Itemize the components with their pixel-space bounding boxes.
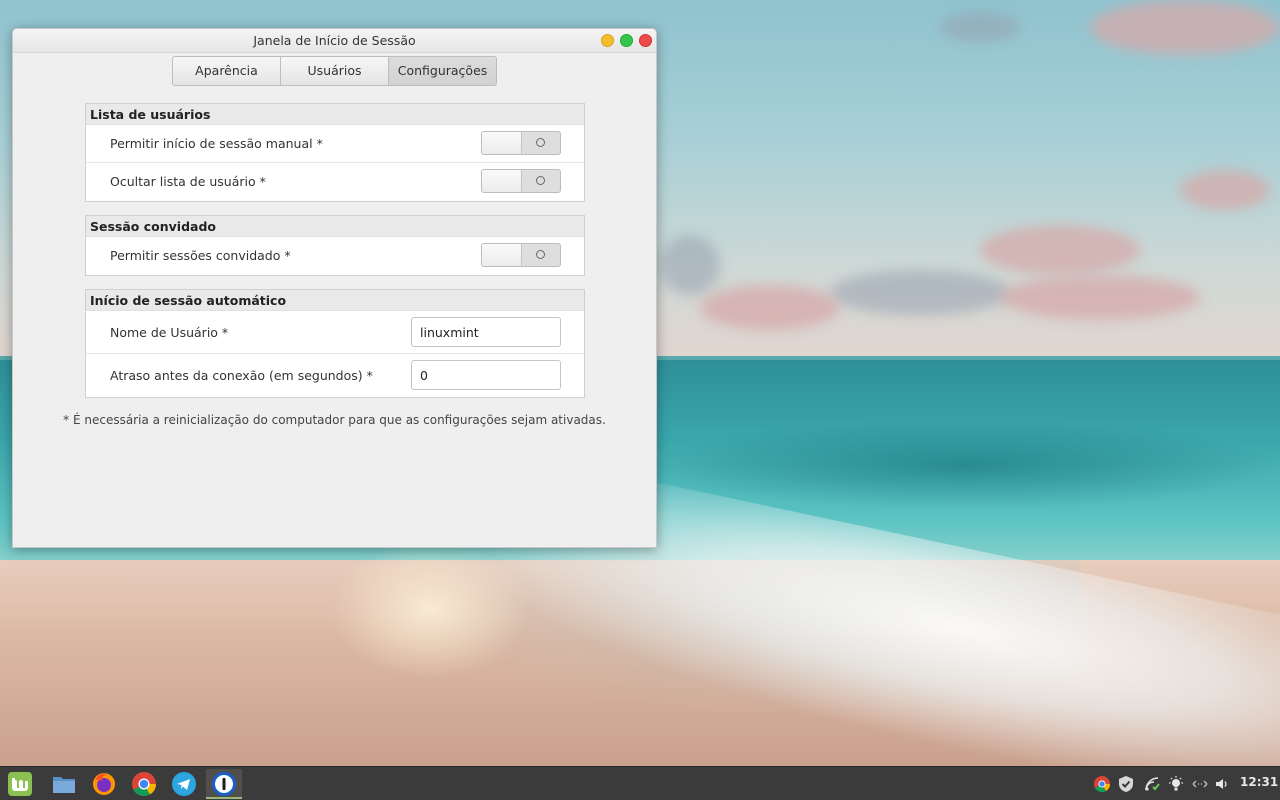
settings-row: Ocultar lista de usuário *	[86, 163, 584, 201]
wallpaper-sea-shade	[650, 420, 1280, 510]
switch-off-icon	[536, 250, 545, 259]
tab-bar: Aparência Usuários Configurações	[172, 56, 497, 86]
section-title: Início de sessão automático	[86, 290, 584, 311]
files-icon	[53, 777, 75, 793]
shield-check-icon[interactable]	[1117, 775, 1135, 793]
switch-off-icon	[536, 176, 545, 185]
settings-row: Atraso antes da conexão (em segundos) *	[86, 354, 584, 397]
taskbar-firefox[interactable]	[86, 769, 122, 799]
maximize-button[interactable]	[620, 34, 633, 47]
volume-icon[interactable]	[1214, 775, 1232, 793]
taskbar-1password[interactable]	[206, 769, 242, 799]
close-button[interactable]	[639, 34, 652, 47]
chrome-icon[interactable]	[1093, 775, 1111, 793]
taskbar-telegram[interactable]	[166, 769, 202, 799]
login-delay-input[interactable]	[411, 360, 561, 390]
allow-guest-sessions-switch[interactable]	[481, 243, 561, 267]
taskbar: 12:31	[0, 766, 1280, 800]
minimize-button[interactable]	[601, 34, 614, 47]
firefox-icon	[93, 773, 115, 795]
row-label: Permitir sessões convidado *	[110, 248, 291, 263]
window-title: Janela de Início de Sessão	[253, 33, 416, 48]
section-title: Sessão convidado	[86, 216, 584, 237]
network-icon[interactable]	[1143, 775, 1161, 793]
cloud	[1090, 0, 1280, 55]
cloud	[830, 270, 1010, 315]
section-title: Lista de usuários	[86, 104, 584, 125]
section-guest-session: Sessão convidado Permitir sessões convid…	[85, 215, 585, 276]
row-label: Nome de Usuário *	[110, 325, 229, 340]
section-user-list: Lista de usuários Permitir início de ses…	[85, 103, 585, 202]
row-label: Atraso antes da conexão (em segundos) *	[110, 368, 373, 383]
cloud	[700, 285, 840, 330]
switch-knob	[482, 132, 522, 154]
title-bar[interactable]: Janela de Início de Sessão	[13, 29, 656, 53]
row-label: Ocultar lista de usuário *	[110, 174, 266, 189]
cloud	[1180, 170, 1270, 210]
row-label: Permitir início de sessão manual *	[110, 136, 323, 151]
chrome-icon	[132, 772, 156, 797]
taskbar-mint-menu[interactable]	[2, 769, 38, 799]
cloud	[660, 235, 720, 295]
switch-knob	[482, 244, 522, 266]
tab-users[interactable]: Usuários	[280, 56, 389, 86]
telegram-icon	[172, 772, 196, 796]
redshift-icon[interactable]	[1167, 775, 1185, 793]
cloud	[1000, 275, 1200, 320]
mint-menu-icon	[8, 772, 32, 796]
network-arrows-icon[interactable]	[1191, 775, 1209, 793]
settings-row: Permitir sessões convidado *	[86, 237, 584, 275]
settings-row: Permitir início de sessão manual *	[86, 125, 584, 163]
allow-manual-login-switch[interactable]	[481, 131, 561, 155]
taskbar-chrome[interactable]	[126, 769, 162, 799]
hide-user-list-switch[interactable]	[481, 169, 561, 193]
settings-row: Nome de Usuário *	[86, 311, 584, 354]
restart-note: * É necessária a reinicialização do comp…	[63, 413, 606, 427]
cloud	[940, 12, 1020, 42]
login-window-settings: Janela de Início de Sessão Aparência Usu…	[12, 28, 657, 548]
clock[interactable]: 12:31	[1240, 775, 1278, 789]
switch-knob	[482, 170, 522, 192]
username-input[interactable]	[411, 317, 561, 347]
cloud	[980, 225, 1140, 275]
switch-off-icon	[536, 138, 545, 147]
1password-icon	[212, 772, 236, 796]
wallpaper-sun-glow	[330, 540, 530, 680]
tab-appearance[interactable]: Aparência	[172, 56, 281, 86]
section-automatic-login: Início de sessão automático Nome de Usuá…	[85, 289, 585, 398]
tab-settings[interactable]: Configurações	[388, 56, 497, 86]
taskbar-files[interactable]	[46, 769, 82, 799]
